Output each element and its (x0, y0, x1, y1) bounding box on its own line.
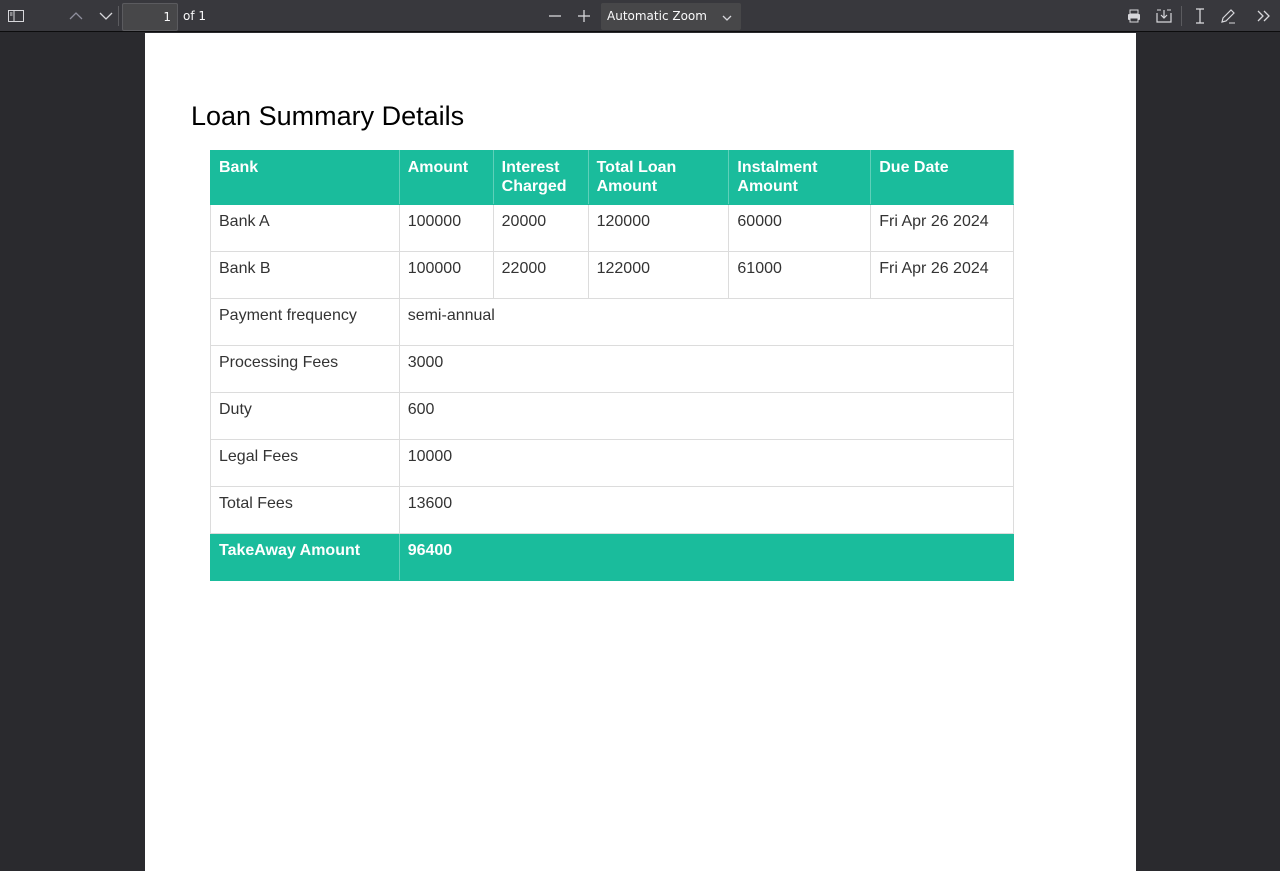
loan-summary-table: Bank Amount Interest Charged Total Loan Am… (210, 150, 1015, 581)
column-header-amount: Amount (398, 150, 494, 205)
due-date-cell: Fri Apr 26 2024 (870, 204, 1014, 252)
text-cursor-icon[interactable] (1187, 4, 1213, 28)
header-text: Total Loan (596, 159, 677, 176)
detail-label: Legal Fees (210, 439, 400, 487)
bank-cell: Bank B (210, 251, 400, 299)
amount-cell: 100000 (398, 251, 494, 299)
pen-icon[interactable] (1215, 4, 1241, 28)
takeaway-label: TakeAway Amount (210, 533, 400, 581)
detail-label: Processing Fees (210, 345, 400, 393)
header-text: Bank (219, 159, 259, 176)
bank-cell: Bank A (210, 204, 400, 252)
table-row: Duty 600 (210, 392, 1015, 440)
detail-value: 3000 (398, 345, 1015, 393)
previous-page-icon[interactable] (63, 4, 89, 28)
more-tools-icon[interactable] (1251, 4, 1277, 28)
column-header-interest: Interest Charged (492, 150, 589, 205)
detail-label: Duty (210, 392, 400, 440)
toolbar-separator (118, 6, 119, 26)
next-page-icon[interactable] (93, 4, 119, 28)
table-row: Legal Fees 10000 (210, 439, 1015, 487)
page-title: Loan Summary Details (191, 101, 465, 131)
print-icon[interactable] (1121, 4, 1147, 28)
detail-label: Total Fees (210, 486, 400, 534)
toolbar-separator (1181, 6, 1182, 26)
total-cell: 120000 (587, 204, 730, 252)
pdf-page: Loan Summary Details Bank Amount Interes… (145, 33, 1136, 871)
amount-cell: 100000 (398, 204, 494, 252)
header-text: Interest (501, 159, 560, 176)
total-cell: 122000 (587, 251, 730, 299)
takeaway-row: TakeAway Amount 96400 (210, 533, 1015, 581)
detail-value: semi-annual (398, 298, 1015, 346)
pdf-toolbar: 1 of 1 Automatic Zoom (0, 0, 1280, 32)
table-row: Total Fees 13600 (210, 486, 1015, 534)
table-row: Bank A 100000 20000 120000 60000 Fri Apr… (210, 204, 1014, 252)
download-icon[interactable] (1151, 4, 1177, 28)
header-text: Charged (501, 178, 567, 195)
detail-label: Payment frequency (210, 298, 400, 346)
column-header-instalment: Instalment Amount (728, 150, 872, 205)
due-date-cell: Fri Apr 26 2024 (870, 251, 1014, 299)
zoom-in-icon[interactable] (571, 4, 597, 28)
zoom-out-icon[interactable] (542, 4, 568, 28)
page-number-input[interactable]: 1 (122, 3, 178, 31)
header-text: Amount (596, 178, 658, 195)
detail-value: 13600 (398, 486, 1015, 534)
chevron-down-icon (722, 10, 732, 24)
interest-cell: 20000 (492, 204, 589, 252)
instalment-cell: 61000 (728, 251, 872, 299)
interest-cell: 22000 (492, 251, 589, 299)
takeaway-value: 96400 (398, 533, 1015, 581)
column-header-bank: Bank (210, 150, 400, 205)
detail-value: 600 (398, 392, 1015, 440)
header-text: Instalment (737, 159, 818, 176)
instalment-cell: 60000 (728, 204, 872, 252)
table-row: Bank B 100000 22000 122000 61000 Fri Apr… (210, 251, 1014, 299)
table-row: Processing Fees 3000 (210, 345, 1015, 393)
table-row: Payment frequency semi-annual (210, 298, 1015, 346)
zoom-select[interactable]: Automatic Zoom (601, 3, 741, 30)
header-text: Amount (407, 159, 469, 176)
detail-value: 10000 (398, 439, 1015, 487)
header-text: Due Date (879, 159, 949, 176)
column-header-total-loan: Total Loan Amount (587, 150, 730, 205)
table-header-row: Bank Amount Interest Charged Total Loan Am… (210, 150, 1014, 205)
page-count-label: of 1 (183, 9, 207, 23)
zoom-select-value: Automatic Zoom (607, 9, 707, 23)
header-text: Amount (737, 178, 798, 195)
sidebar-toggle-icon[interactable] (3, 4, 29, 28)
column-header-due-date: Due Date (870, 150, 1014, 205)
